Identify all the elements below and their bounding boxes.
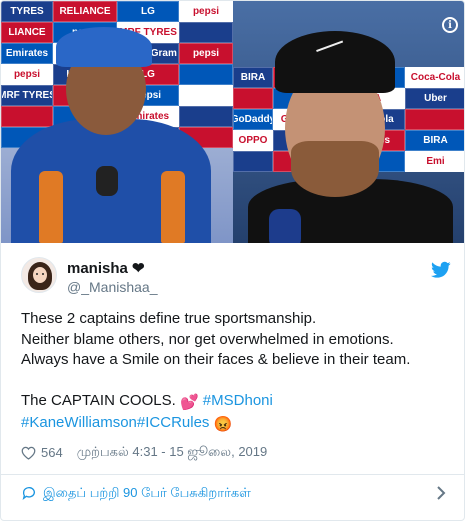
- sponsor-tile: OPPO: [233, 130, 273, 151]
- beard: [291, 141, 379, 197]
- reply-bubble-icon: [22, 487, 35, 500]
- two-hearts-emoji: 💕: [179, 393, 199, 411]
- photo-williamson[interactable]: BIRAUberCoca-ColaBIRAUberGoDaddyGoDaddyC…: [233, 1, 464, 243]
- tweet-header: manisha ❤ @_Manishaa_: [21, 257, 451, 297]
- twitter-bird-icon[interactable]: [431, 261, 451, 279]
- tweet-timestamp[interactable]: முற்பகல் 4:31 - 15 ஜூலை, 2019: [77, 444, 268, 461]
- sponsor-tile: Coca-Cola: [405, 67, 464, 88]
- sponsor-tile: pepsi: [179, 1, 233, 22]
- bottle-left: [39, 171, 63, 243]
- tweet-line: #KaneWilliamson#ICCRules 😡: [21, 413, 451, 436]
- tweet-line: These 2 captains define true sportsmansh…: [21, 310, 317, 327]
- sponsor-tile: MRF TYRES: [1, 85, 53, 106]
- sponsor-tile: Uber: [405, 88, 464, 109]
- sponsor-tile: GoDaddy: [233, 109, 273, 130]
- photo-dhoni[interactable]: TYRESRELIANCELGpepsiLIANCEpepsiMRF TYRES…: [1, 1, 233, 243]
- hashtag-msdhoni[interactable]: #MSDhoni: [203, 392, 273, 409]
- tweet-line: Always have a Smile on their faces & bel…: [21, 351, 411, 368]
- avatar[interactable]: [21, 257, 57, 293]
- tweet-media[interactable]: TYRESRELIANCELGpepsiLIANCEpepsiMRF TYRES…: [1, 1, 464, 243]
- sponsor-tile: pepsi: [1, 64, 53, 85]
- sponsor-tile: pepsi: [179, 43, 233, 64]
- bottle-right: [161, 171, 185, 243]
- sponsor-tile: TYRES: [1, 1, 53, 22]
- sponsor-tile: Emi: [405, 151, 464, 172]
- display-name[interactable]: manisha ❤: [67, 259, 145, 277]
- embedded-tweet-card: TYRESRELIANCELGpepsiLIANCEpepsiMRF TYRES…: [0, 0, 465, 521]
- hashtag-iccrules[interactable]: #ICCRules: [137, 414, 210, 431]
- angry-face-emoji: 😡: [213, 416, 233, 433]
- conversation-link[interactable]: இதைப் பற்றி 90 பேர் பேசுகிறார்கள்: [21, 483, 446, 503]
- user-handle[interactable]: @_Manishaa_: [67, 279, 158, 295]
- sponsor-tile: RELIANCE: [53, 1, 117, 22]
- sponsor-tile: Emirates: [1, 43, 53, 64]
- sponsor-tile: [405, 109, 464, 130]
- sponsor-tile: LIANCE: [1, 22, 53, 43]
- hashtag-kanewilliamson[interactable]: #KaneWilliamson: [21, 414, 137, 431]
- sponsor-tile: LG: [117, 1, 179, 22]
- sponsor-tile: [233, 88, 273, 109]
- tweet-text: These 2 captains define true sportsmansh…: [21, 309, 451, 436]
- sponsor-tile: [179, 106, 233, 127]
- conversation-count-text[interactable]: இதைப் பற்றி 90 பேர் பேசுகிறார்கள்: [43, 485, 251, 502]
- sponsor-tile: BIRA: [233, 67, 273, 88]
- tweet-line: Neither blame others, nor get overwhelme…: [21, 330, 394, 348]
- info-icon[interactable]: i: [442, 17, 458, 33]
- sponsor-tile: BIRA: [405, 130, 464, 151]
- sponsor-tile: [179, 64, 233, 85]
- player-cap: [56, 27, 152, 67]
- interview-mic: [269, 209, 301, 243]
- heart-icon[interactable]: [21, 446, 36, 460]
- footer-divider: [1, 474, 464, 475]
- sponsor-tile: [233, 151, 273, 172]
- chevron-right-icon[interactable]: [436, 485, 446, 501]
- sponsor-tile: [179, 22, 233, 43]
- sponsor-tile: [179, 85, 233, 106]
- tweet-line: The CAPTAIN COOLS. 💕 #MSDhoni: [21, 391, 451, 414]
- microphone: [96, 166, 118, 196]
- like-count[interactable]: 564: [41, 445, 63, 460]
- player-cap-right: [275, 31, 395, 93]
- sponsor-tile: [1, 106, 53, 127]
- tweet-meta: 564 முற்பகல் 4:31 - 15 ஜூலை, 2019: [21, 444, 267, 461]
